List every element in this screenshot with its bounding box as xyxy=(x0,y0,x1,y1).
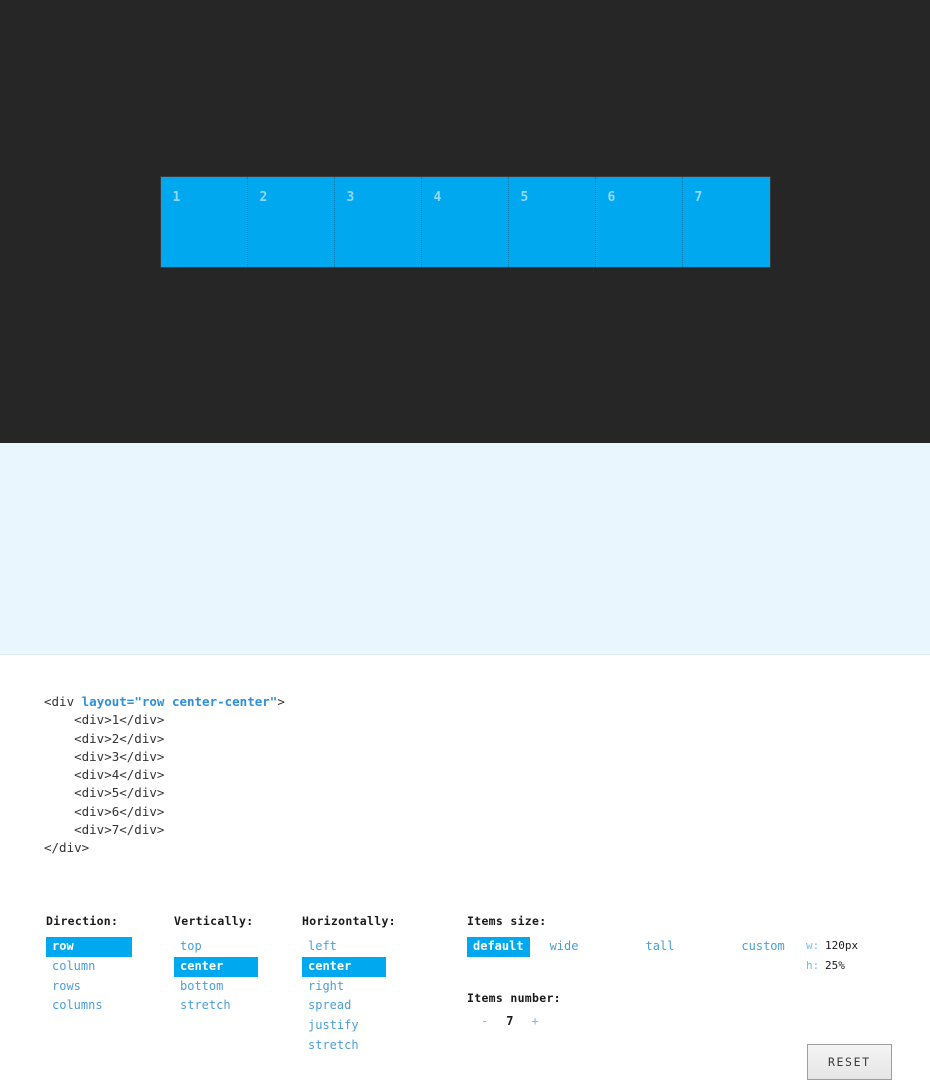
code-output: <div layout="row center-center"> <div>1<… xyxy=(0,655,930,858)
direction-option-row[interactable]: row xyxy=(46,937,132,957)
code-child-line: <div>2</div> xyxy=(44,730,165,746)
code-open-tag-prefix: <div xyxy=(44,694,82,709)
items-size-option-default[interactable]: default xyxy=(467,937,530,957)
custom-width-label: w: xyxy=(806,939,820,952)
items-number-increment-button[interactable]: + xyxy=(527,1014,542,1028)
custom-size-fields: w: h: xyxy=(806,937,874,977)
demo-item: 2 xyxy=(247,176,335,267)
vertically-group: Vertically: top center bottom stretch xyxy=(174,914,258,1016)
code-close-tag: </div> xyxy=(44,840,90,856)
horizontally-option-center[interactable]: center xyxy=(302,956,386,977)
items-number-stepper: - 7 + xyxy=(467,1014,561,1028)
code-child-line: <div>1</div> xyxy=(44,712,165,728)
controls-panel: Direction: row column rows columns Verti… xyxy=(0,443,930,1080)
code-child-line: <div>7</div> xyxy=(44,822,165,838)
custom-height-input[interactable] xyxy=(822,957,874,974)
code-open-tag-suffix: > xyxy=(277,694,285,709)
direction-option-rows[interactable]: rows xyxy=(46,977,132,997)
code-layout-attribute: layout="row center-center" xyxy=(81,694,278,709)
direction-option-column[interactable]: column xyxy=(46,957,132,977)
demo-item: 6 xyxy=(595,176,683,267)
items-number-decrement-button[interactable]: - xyxy=(477,1014,492,1028)
vertically-option-bottom[interactable]: bottom xyxy=(174,977,258,997)
items-size-group: Items size: default wide tall custom xyxy=(467,914,791,957)
horizontally-option-spread[interactable]: spread xyxy=(302,996,386,1016)
horizontally-option-left[interactable]: left xyxy=(302,937,386,957)
demo-stage: 1 2 3 4 5 6 7 xyxy=(0,0,930,443)
demo-item: 5 xyxy=(508,176,596,267)
custom-height-label: h: xyxy=(806,959,820,972)
items-size-option-custom[interactable]: custom xyxy=(735,937,790,957)
direction-group: Direction: row column rows columns xyxy=(46,914,132,1016)
vertically-option-center[interactable]: center xyxy=(174,956,258,977)
reset-group: RESET xyxy=(807,1044,892,1080)
custom-width-row: w: xyxy=(806,937,874,954)
horizontally-group: Horizontally: left center right spread j… xyxy=(302,914,396,1056)
vertically-option-stretch[interactable]: stretch xyxy=(174,996,258,1016)
code-child-line: <div>6</div> xyxy=(44,803,165,819)
demo-item: 1 xyxy=(160,176,248,267)
horizontally-option-right[interactable]: right xyxy=(302,977,386,997)
flex-items-container: 1 2 3 4 5 6 7 xyxy=(159,175,771,268)
custom-width-input[interactable] xyxy=(822,937,874,954)
direction-label: Direction: xyxy=(46,914,119,928)
items-number-value: 7 xyxy=(506,1014,514,1028)
direction-option-columns[interactable]: columns xyxy=(46,996,132,1016)
horizontally-option-stretch[interactable]: stretch xyxy=(302,1036,386,1056)
vertically-option-top[interactable]: top xyxy=(174,937,258,957)
items-number-label: Items number: xyxy=(467,991,561,1005)
demo-stage-inner: 1 2 3 4 5 6 7 xyxy=(0,0,930,443)
demo-item: 3 xyxy=(334,176,422,267)
vertically-label: Vertically: xyxy=(174,914,254,928)
code-child-line: <div>5</div> xyxy=(44,785,165,801)
custom-height-row: h: xyxy=(806,957,874,974)
demo-item: 4 xyxy=(421,176,509,267)
items-size-option-tall[interactable]: tall xyxy=(639,937,680,957)
horizontally-option-justify[interactable]: justify xyxy=(302,1016,386,1036)
items-size-label: Items size: xyxy=(467,914,547,928)
items-size-option-wide[interactable]: wide xyxy=(544,937,585,957)
demo-item: 7 xyxy=(682,176,770,267)
horizontally-label: Horizontally: xyxy=(302,914,396,928)
code-child-line: <div>3</div> xyxy=(44,748,165,764)
code-child-line: <div>4</div> xyxy=(44,767,165,783)
items-number-group: Items number: - 7 + xyxy=(467,991,561,1028)
items-size-options: default wide tall custom xyxy=(467,937,791,957)
reset-button[interactable]: RESET xyxy=(807,1044,892,1080)
